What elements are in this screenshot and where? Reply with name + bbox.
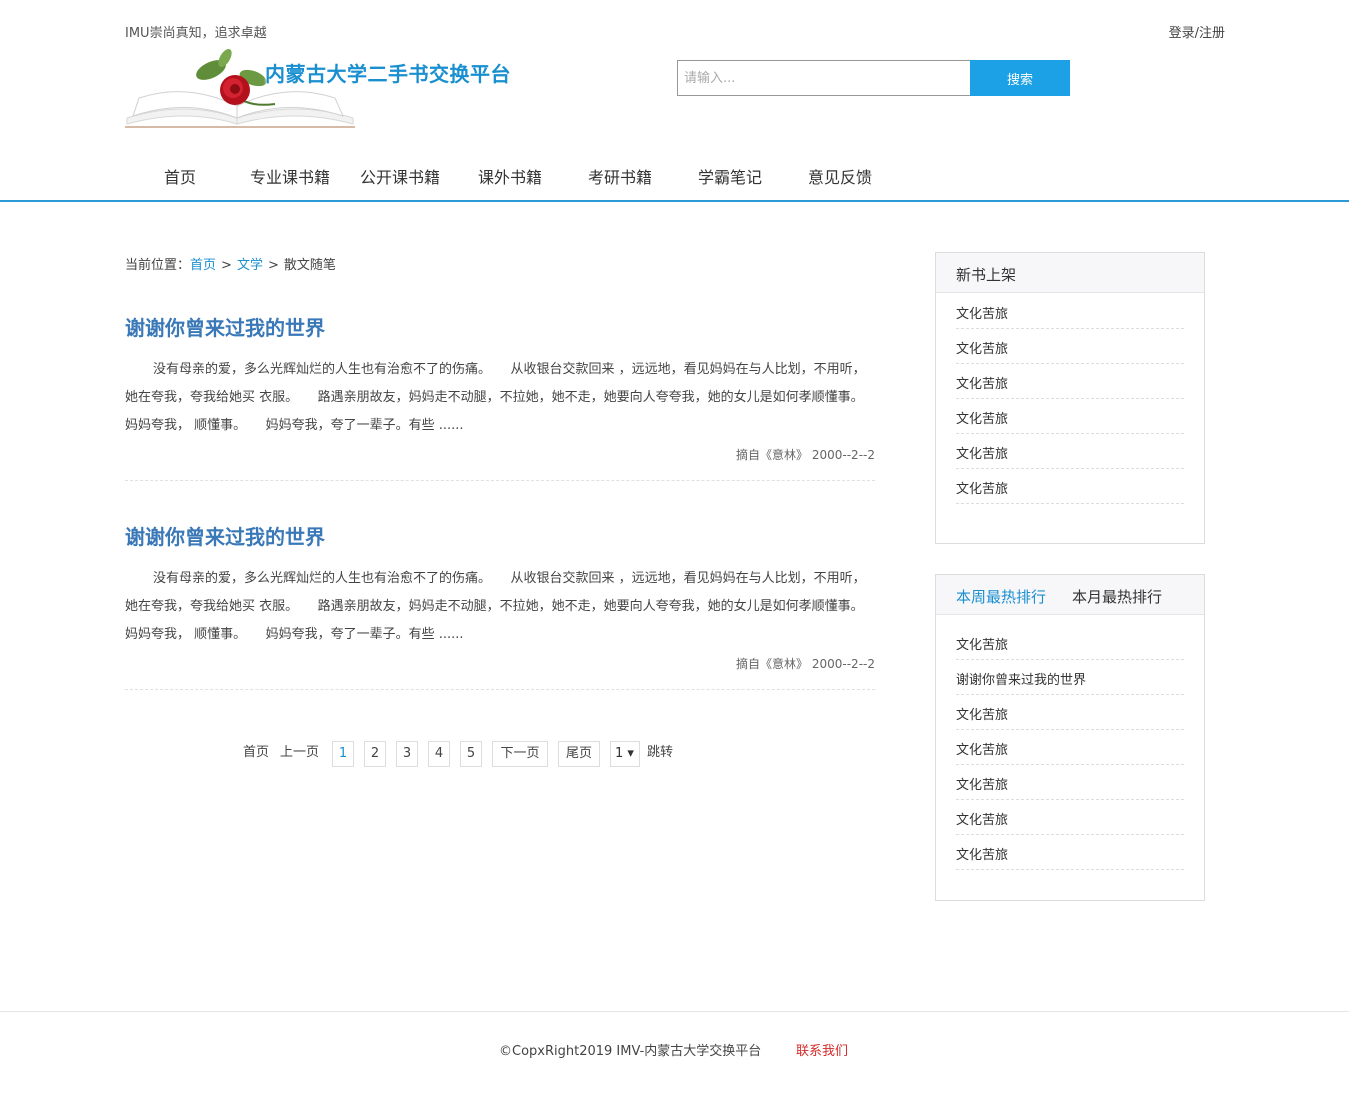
page-number[interactable]: 3 [396, 741, 418, 767]
top-bar: IMU崇尚真知，追求卓越 登录/注册 [125, 22, 1225, 42]
search-button[interactable]: 搜索 [970, 60, 1070, 96]
page-first[interactable]: 首页 [243, 741, 269, 767]
panel-header: 本周最热排行 本月最热排行 [936, 575, 1204, 615]
nav-item-major-books[interactable]: 专业课书籍 [250, 164, 330, 188]
article-item: 谢谢你曾来过我的世界 没有母亲的爱，多么光辉灿烂的人生也有治愈不了的伤痛。 从收… [125, 521, 875, 690]
site-slogan: IMU崇尚真知，追求卓越 [125, 26, 267, 41]
article-source: 摘自《意林》 2000--2--2 [736, 657, 875, 671]
login-register-link[interactable]: 登录/注册 [1169, 22, 1225, 41]
page-last[interactable]: 尾页 [558, 741, 600, 767]
list-item[interactable]: 文化苦旅 [956, 294, 1184, 329]
rankings-list: 文化苦旅 谢谢你曾来过我的世界 文化苦旅 文化苦旅 文化苦旅 文化苦旅 文化苦旅 [956, 625, 1184, 870]
copyright-text: ©CopxRight2019 IMV-内蒙古大学交换平台 [499, 1044, 762, 1059]
article-excerpt: 没有母亲的爱，多么光辉灿烂的人生也有治愈不了的伤痛。 从收银台交款回来 ，远远地… [125, 362, 875, 433]
nav-item-home[interactable]: 首页 [164, 164, 196, 188]
list-item[interactable]: 文化苦旅 [956, 730, 1184, 765]
breadcrumb-category-link[interactable]: 文学 [237, 258, 263, 273]
page-prev[interactable]: 上一页 [280, 741, 319, 767]
breadcrumb-current: 散文随笔 [283, 258, 336, 273]
site-logo[interactable]: 内蒙古大学二手书交换平台 [125, 48, 525, 132]
list-item[interactable]: 谢谢你曾来过我的世界 [956, 660, 1184, 695]
article-item: 谢谢你曾来过我的世界 没有母亲的爱，多么光辉灿烂的人生也有治愈不了的伤痛。 从收… [125, 312, 875, 481]
search-input[interactable] [677, 60, 970, 96]
list-item[interactable]: 文化苦旅 [956, 695, 1184, 730]
breadcrumb-prefix: 当前位置： [125, 258, 191, 273]
list-item[interactable]: 文化苦旅 [956, 434, 1184, 469]
breadcrumb-separator: > [267, 258, 279, 273]
tab-weekly-hot[interactable]: 本周最热排行 [956, 586, 1046, 607]
page-number[interactable]: 5 [460, 741, 482, 767]
list-item[interactable]: 文化苦旅 [956, 800, 1184, 835]
page-next[interactable]: 下一页 [492, 741, 548, 767]
new-books-list: 文化苦旅 文化苦旅 文化苦旅 文化苦旅 文化苦旅 文化苦旅 [956, 294, 1184, 504]
site-title: 内蒙古大学二手书交换平台 [265, 62, 511, 86]
nav-item-extracurricular-books[interactable]: 课外书籍 [478, 164, 542, 188]
list-item[interactable]: 文化苦旅 [956, 625, 1184, 660]
page-jump[interactable]: 跳转 [647, 741, 673, 767]
page-number[interactable]: 4 [428, 741, 450, 767]
new-books-panel: 新书上架 文化苦旅 文化苦旅 文化苦旅 文化苦旅 文化苦旅 文化苦旅 [935, 252, 1205, 544]
list-item[interactable]: 文化苦旅 [956, 399, 1184, 434]
page-number[interactable]: 2 [364, 741, 386, 767]
article-title[interactable]: 谢谢你曾来过我的世界 [125, 312, 875, 341]
list-item[interactable]: 文化苦旅 [956, 765, 1184, 800]
article-title[interactable]: 谢谢你曾来过我的世界 [125, 521, 875, 550]
breadcrumb-separator: > [221, 258, 232, 273]
search-bar: 搜索 [677, 60, 1070, 96]
tab-monthly-hot[interactable]: 本月最热排行 [1072, 586, 1162, 607]
list-item[interactable]: 文化苦旅 [956, 329, 1184, 364]
article-excerpt: 没有母亲的爱，多么光辉灿烂的人生也有治愈不了的伤痛。 从收银台交款回来 ，远远地… [125, 571, 875, 642]
article-source: 摘自《意林》 2000--2--2 [736, 448, 875, 462]
nav-item-feedback[interactable]: 意见反馈 [808, 164, 872, 188]
footer: ©CopxRight2019 IMV-内蒙古大学交换平台 联系我们 [0, 1011, 1349, 1111]
panel-header: 新书上架 [936, 253, 1204, 293]
nav-item-public-books[interactable]: 公开课书籍 [360, 164, 440, 188]
list-item[interactable]: 文化苦旅 [956, 835, 1184, 870]
main-nav: 首页 专业课书籍 公开课书籍 课外书籍 考研书籍 学霸笔记 意见反馈 [0, 150, 1349, 202]
page-number-current[interactable]: 1 [332, 741, 354, 767]
nav-item-exam-books[interactable]: 考研书籍 [588, 164, 652, 188]
list-item[interactable]: 文化苦旅 [956, 469, 1184, 504]
list-item[interactable]: 文化苦旅 [956, 364, 1184, 399]
breadcrumb: 当前位置：首页 > 文学 > 散文随笔 [125, 254, 336, 273]
page-select[interactable]: 1 ▾ [610, 741, 640, 767]
nav-item-study-notes[interactable]: 学霸笔记 [698, 164, 762, 188]
breadcrumb-home-link[interactable]: 首页 [190, 258, 216, 273]
contact-us-link[interactable]: 联系我们 [796, 1040, 848, 1059]
rankings-panel: 本周最热排行 本月最热排行 文化苦旅 谢谢你曾来过我的世界 文化苦旅 文化苦旅 … [935, 574, 1205, 901]
panel-title: 新书上架 [956, 266, 1017, 284]
